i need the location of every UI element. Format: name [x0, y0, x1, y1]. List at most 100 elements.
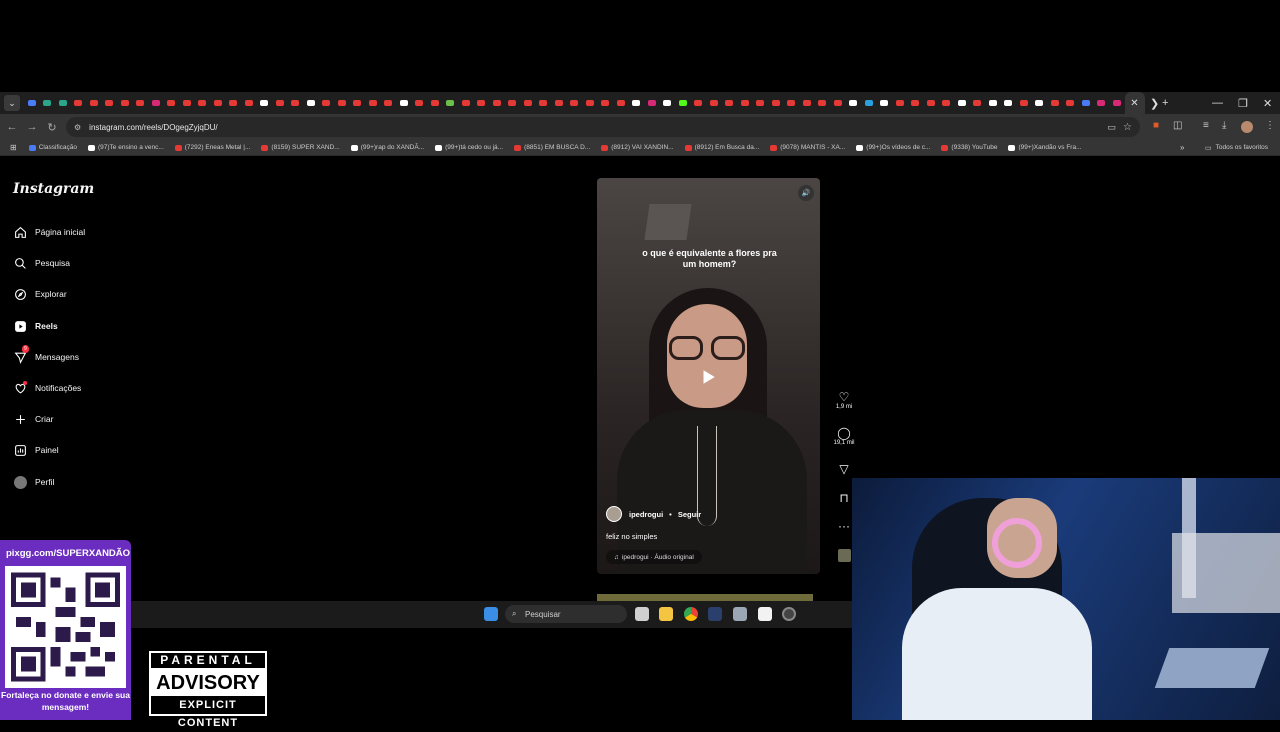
- address-bar[interactable]: ⚙ instagram.com/reels/DOgegZyjqDU/ ▭ ☆: [66, 117, 1140, 137]
- browser-tab[interactable]: [877, 92, 893, 114]
- more-bookmarks-icon[interactable]: »: [1180, 143, 1184, 152]
- taskbar-search[interactable]: ⌕ Pesquisar: [505, 605, 627, 623]
- reel-audio[interactable]: ♫ ipedrogui · Áudio original: [606, 550, 702, 564]
- menu-icon[interactable]: ⋮: [1265, 120, 1275, 131]
- browser-tab[interactable]: [272, 92, 288, 114]
- site-info-icon[interactable]: ⚙: [74, 123, 81, 132]
- browser-tab[interactable]: [985, 92, 1001, 114]
- browser-tab[interactable]: [970, 92, 986, 114]
- bookmark-item[interactable]: Classificação: [28, 144, 77, 151]
- new-tab-button[interactable]: +: [1162, 92, 1168, 114]
- browser-tab[interactable]: [536, 92, 552, 114]
- browser-tab[interactable]: [396, 92, 412, 114]
- task-view-icon[interactable]: [635, 607, 649, 621]
- browser-tab[interactable]: [861, 92, 877, 114]
- back-icon[interactable]: ←: [2, 121, 22, 133]
- browser-tab[interactable]: [40, 92, 56, 114]
- browser-tab[interactable]: [474, 92, 490, 114]
- browser-tab[interactable]: [1094, 92, 1110, 114]
- notepad-icon[interactable]: [758, 607, 772, 621]
- reel-video[interactable]: o que é equivalente a flores pra um home…: [597, 178, 820, 574]
- browser-tab[interactable]: [1016, 92, 1032, 114]
- nav-explore[interactable]: Explorar: [13, 287, 67, 301]
- bookmark-star-icon[interactable]: ☆: [1123, 122, 1132, 133]
- browser-tab[interactable]: [722, 92, 738, 114]
- browser-tab[interactable]: [520, 92, 536, 114]
- bookmark-item[interactable]: (7292) Eneas Metal |...: [174, 144, 250, 151]
- browser-tab[interactable]: [412, 92, 428, 114]
- browser-tab[interactable]: [551, 92, 567, 114]
- browser-tab[interactable]: [24, 92, 40, 114]
- bookmark-item[interactable]: (97)Te ensino a venc...: [88, 144, 164, 151]
- app-icon[interactable]: [782, 607, 796, 621]
- forward-icon[interactable]: →: [22, 121, 42, 133]
- browser-tab[interactable]: [350, 92, 366, 114]
- browser-tab[interactable]: [1047, 92, 1063, 114]
- steam-icon[interactable]: [708, 607, 722, 621]
- browser-tab[interactable]: [567, 92, 583, 114]
- browser-tab[interactable]: [443, 92, 459, 114]
- browser-tab[interactable]: [846, 92, 862, 114]
- browser-tab[interactable]: [737, 92, 753, 114]
- media-icon[interactable]: ≡: [1203, 120, 1209, 131]
- all-bookmarks-folder[interactable]: ▭ Todos os favoritos: [1205, 144, 1268, 152]
- browser-tab[interactable]: [753, 92, 769, 114]
- browser-tab[interactable]: [706, 92, 722, 114]
- browser-tab[interactable]: [319, 92, 335, 114]
- bookmark-item[interactable]: (99+)tá cedo ou já...: [435, 144, 503, 151]
- reload-icon[interactable]: ↻: [42, 121, 62, 134]
- browser-tab[interactable]: [582, 92, 598, 114]
- browser-tab[interactable]: [1109, 92, 1125, 114]
- bookmark-item[interactable]: (8159) SUPER XAND...: [261, 144, 340, 151]
- nav-profile[interactable]: Perfil: [13, 475, 54, 489]
- browser-tab[interactable]: [164, 92, 180, 114]
- browser-tab[interactable]: [923, 92, 939, 114]
- browser-tab[interactable]: [489, 92, 505, 114]
- settings-icon[interactable]: [733, 607, 747, 621]
- active-tab-close-icon[interactable]: ✕: [1124, 92, 1145, 114]
- windows-start-icon[interactable]: [484, 607, 498, 621]
- browser-tab[interactable]: [799, 92, 815, 114]
- bookmark-item[interactable]: (8912) VAI XANDIN...: [601, 144, 674, 151]
- browser-tab[interactable]: [86, 92, 102, 114]
- browser-tab[interactable]: [458, 92, 474, 114]
- browser-tab[interactable]: [1078, 92, 1094, 114]
- author-name[interactable]: ipedrogui: [629, 510, 663, 519]
- browser-tab[interactable]: [784, 92, 800, 114]
- browser-tab[interactable]: [303, 92, 319, 114]
- browser-tab[interactable]: [629, 92, 645, 114]
- browser-tab[interactable]: [195, 92, 211, 114]
- nav-home[interactable]: Página inicial: [13, 225, 85, 239]
- browser-tab[interactable]: [1001, 92, 1017, 114]
- browser-tab[interactable]: [427, 92, 443, 114]
- browser-tab[interactable]: [675, 92, 691, 114]
- browser-tab[interactable]: [117, 92, 133, 114]
- apps-grid-icon[interactable]: ⊞: [10, 143, 17, 152]
- browser-tab[interactable]: [660, 92, 676, 114]
- browser-tab[interactable]: [815, 92, 831, 114]
- browser-tab[interactable]: [71, 92, 87, 114]
- browser-tab[interactable]: [598, 92, 614, 114]
- browser-tab[interactable]: [381, 92, 397, 114]
- play-icon[interactable]: [689, 362, 727, 392]
- nav-create[interactable]: Criar: [13, 412, 53, 426]
- volume-icon[interactable]: 🔊: [798, 185, 814, 201]
- bookmark-item[interactable]: (99+)Os vídeos de c...: [856, 144, 930, 151]
- browser-tab[interactable]: [1063, 92, 1079, 114]
- bookmark-item[interactable]: (9338) YouTube: [941, 144, 997, 151]
- browser-tab[interactable]: [241, 92, 257, 114]
- browser-tab[interactable]: [830, 92, 846, 114]
- browser-tab[interactable]: [334, 92, 350, 114]
- like-button[interactable]: ♡ 1,9 mi: [832, 390, 856, 410]
- bookmark-item[interactable]: (99+)rap do XANDÃ...: [350, 144, 424, 151]
- nav-notifications[interactable]: Notificações: [13, 381, 81, 395]
- extension-icon[interactable]: ■: [1153, 120, 1159, 131]
- file-explorer-icon[interactable]: [659, 607, 673, 621]
- bookmark-item[interactable]: (99+)Xandão vs Fra...: [1008, 144, 1082, 151]
- browser-tab[interactable]: [55, 92, 71, 114]
- browser-tab[interactable]: [226, 92, 242, 114]
- browser-tab[interactable]: [179, 92, 195, 114]
- browser-tab[interactable]: [210, 92, 226, 114]
- chrome-icon[interactable]: [684, 607, 698, 621]
- cast-icon[interactable]: ▭: [1107, 122, 1116, 133]
